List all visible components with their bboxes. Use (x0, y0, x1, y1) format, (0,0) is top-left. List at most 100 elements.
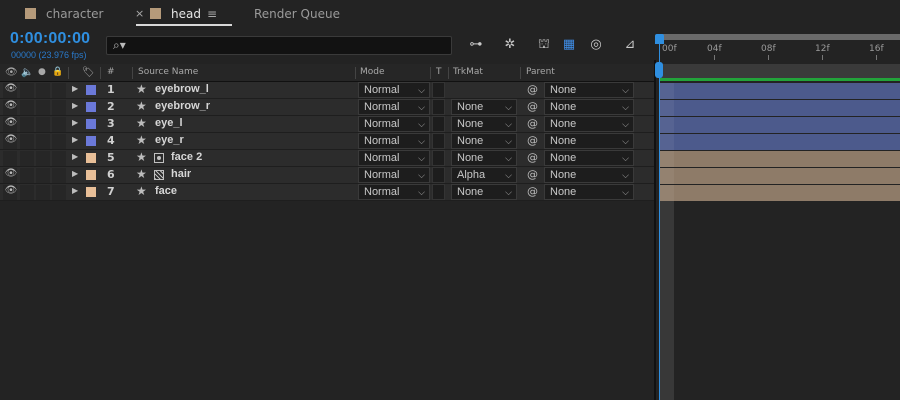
tab-character[interactable]: character (25, 0, 103, 28)
lock-switch-cell[interactable] (52, 151, 66, 166)
time-ruler[interactable]: 00f 04f 08f 12f 16f (660, 34, 900, 60)
audio-switch-cell[interactable] (20, 134, 34, 149)
blend-mode-dropdown[interactable]: Normal ⌵ (358, 150, 430, 166)
layer-duration-bar[interactable] (660, 83, 900, 99)
eye-visibility-icon[interactable]: 👁 (4, 83, 18, 98)
expand-triangle-icon[interactable]: ▶ (72, 152, 78, 161)
parent-dropdown[interactable]: None ⌵ (544, 184, 634, 200)
solo-switch-cell[interactable] (36, 151, 50, 166)
pick-whip-icon[interactable]: @ (527, 168, 538, 181)
mode-header[interactable]: Mode (360, 67, 385, 77)
layer-row[interactable]: 👁 ▶ 4 ★ eye_r Normal ⌵ None ⌵ @ None ⌵ (0, 133, 655, 150)
time-navigator-bar[interactable] (660, 34, 900, 40)
audio-switch-cell[interactable] (20, 151, 34, 166)
layer-duration-bar[interactable] (660, 151, 900, 167)
label-color-swatch[interactable] (86, 136, 96, 146)
label-color-swatch[interactable] (86, 153, 96, 163)
eye-visibility-icon[interactable]: 👁 (4, 100, 18, 115)
solo-switch-cell[interactable] (36, 134, 50, 149)
search-field[interactable]: ⌕▾ (106, 36, 452, 55)
label-color-swatch[interactable] (86, 187, 96, 197)
layer-row[interactable]: 👁 ▶ 7 ★ face Normal ⌵ None ⌵ @ None ⌵ (0, 184, 655, 201)
frame-blending-icon[interactable]: ▦ (559, 36, 579, 54)
pick-whip-icon[interactable]: @ (527, 83, 538, 96)
audio-switch-cell[interactable] (20, 168, 34, 183)
track-matte-dropdown[interactable]: None ⌵ (451, 184, 517, 200)
preserve-transparency-toggle[interactable] (432, 167, 445, 183)
composition-mini-flowchart-icon[interactable]: ⊶ (466, 36, 486, 54)
pick-whip-icon[interactable]: @ (527, 117, 538, 130)
audio-switch-cell[interactable] (20, 185, 34, 200)
parent-dropdown[interactable]: None ⌵ (544, 82, 634, 98)
lock-switch-cell[interactable] (52, 134, 66, 149)
solo-switch-cell[interactable] (36, 117, 50, 132)
layer-duration-bar[interactable] (660, 185, 900, 201)
preserve-transparency-toggle[interactable] (432, 82, 445, 98)
pick-whip-icon[interactable]: @ (527, 185, 538, 198)
eye-visibility-icon[interactable]: 👁 (4, 117, 18, 132)
parent-dropdown[interactable]: None ⌵ (544, 167, 634, 183)
eye-visibility-icon[interactable]: 👁 (4, 185, 18, 200)
lock-switch-cell[interactable] (52, 117, 66, 132)
pick-whip-icon[interactable]: @ (527, 151, 538, 164)
parent-dropdown[interactable]: None ⌵ (544, 150, 634, 166)
layer-name[interactable]: face 2 (171, 151, 202, 163)
preserve-transparency-toggle[interactable] (432, 116, 445, 132)
current-time-indicator-handle[interactable] (655, 34, 664, 44)
blend-mode-dropdown[interactable]: Normal ⌵ (358, 184, 430, 200)
lock-switch-cell[interactable] (52, 83, 66, 98)
eye-visibility-icon[interactable]: 👁 (4, 168, 18, 183)
hide-shy-layers-icon[interactable]: ⛫ (534, 36, 554, 54)
parent-dropdown[interactable]: None ⌵ (544, 116, 634, 132)
layer-duration-bar[interactable] (660, 168, 900, 184)
expand-triangle-icon[interactable]: ▶ (72, 186, 78, 195)
current-time-display[interactable]: 0:00:00:00 (10, 30, 90, 48)
layer-row[interactable]: ▶ 5 ★ face 2 Normal ⌵ None ⌵ @ None ⌵ (0, 150, 655, 167)
layer-name[interactable]: hair (171, 168, 191, 180)
track-matte-dropdown[interactable]: None ⌵ (451, 133, 517, 149)
graph-editor-icon[interactable]: ⊿ (620, 36, 640, 54)
preserve-transparency-toggle[interactable] (432, 184, 445, 200)
preserve-transparency-toggle[interactable] (432, 133, 445, 149)
track-matte-dropdown[interactable]: None ⌵ (451, 99, 517, 115)
label-color-swatch[interactable] (86, 102, 96, 112)
lock-switch-cell[interactable] (52, 185, 66, 200)
layer-row[interactable]: 👁 ▶ 1 ★ eyebrow_l Normal ⌵ @ None ⌵ (0, 82, 655, 99)
layer-duration-bar[interactable] (660, 100, 900, 116)
audio-column-icon[interactable]: 🔈 (21, 67, 33, 78)
video-switch-cell[interactable] (3, 151, 17, 166)
blend-mode-dropdown[interactable]: Normal ⌵ (358, 116, 430, 132)
motion-blur-icon[interactable]: ◎ (586, 36, 606, 54)
solo-switch-cell[interactable] (36, 83, 50, 98)
expand-triangle-icon[interactable]: ▶ (72, 101, 78, 110)
expand-triangle-icon[interactable]: ▶ (72, 84, 78, 93)
pick-whip-icon[interactable]: @ (527, 100, 538, 113)
layer-name[interactable]: eye_r (155, 134, 184, 146)
solo-switch-cell[interactable] (36, 185, 50, 200)
lock-column-icon[interactable]: 🔒 (52, 67, 63, 77)
pick-whip-icon[interactable]: @ (527, 134, 538, 147)
work-area-start-handle[interactable] (655, 62, 663, 78)
layer-duration-bar[interactable] (660, 117, 900, 133)
layer-name[interactable]: face (155, 185, 177, 197)
layer-name[interactable]: eyebrow_r (155, 100, 210, 112)
solo-switch-cell[interactable] (36, 168, 50, 183)
track-matte-dropdown[interactable]: None ⌵ (451, 150, 517, 166)
trkmat-header[interactable]: TrkMat (453, 67, 483, 77)
layer-row[interactable]: 👁 ▶ 6 ★ hair Normal ⌵ Alpha ⌵ @ None ⌵ (0, 167, 655, 184)
label-color-swatch[interactable] (86, 119, 96, 129)
lock-switch-cell[interactable] (52, 168, 66, 183)
parent-header[interactable]: Parent (526, 67, 555, 77)
solo-column-icon[interactable]: ● (38, 67, 46, 77)
blend-mode-dropdown[interactable]: Normal ⌵ (358, 133, 430, 149)
tab-render-queue[interactable]: Render Queue (254, 0, 340, 28)
audio-switch-cell[interactable] (20, 83, 34, 98)
layer-name[interactable]: eye_l (155, 117, 183, 129)
label-color-swatch[interactable] (86, 85, 96, 95)
preserve-transparency-toggle[interactable] (432, 150, 445, 166)
draft-3d-icon[interactable]: ✲ (500, 36, 520, 54)
layer-duration-bar[interactable] (660, 134, 900, 150)
preserve-transparency-toggle[interactable] (432, 99, 445, 115)
blend-mode-dropdown[interactable]: Normal ⌵ (358, 167, 430, 183)
eye-column-icon[interactable]: 👁 (5, 67, 18, 78)
